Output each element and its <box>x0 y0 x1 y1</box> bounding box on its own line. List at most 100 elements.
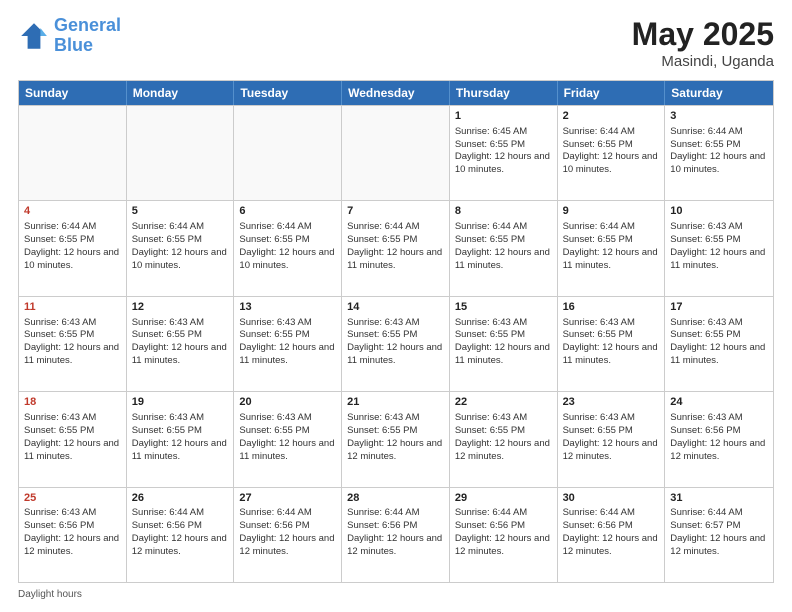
day-number: 7 <box>347 204 444 219</box>
daylight-text: Daylight: 12 hours and 12 minutes. <box>132 533 229 559</box>
sunrise-text: Sunrise: 6:44 AM <box>132 507 229 520</box>
sunrise-text: Sunrise: 6:44 AM <box>563 221 660 234</box>
day-cell-28: 28Sunrise: 6:44 AMSunset: 6:56 PMDayligh… <box>342 488 450 582</box>
day-number: 28 <box>347 491 444 506</box>
logo-text: General Blue <box>54 16 121 56</box>
daylight-text: Daylight: 12 hours and 11 minutes. <box>455 342 552 368</box>
sunrise-text: Sunrise: 6:43 AM <box>670 221 768 234</box>
daylight-text: Daylight: 12 hours and 10 minutes. <box>563 151 660 177</box>
day-cell-24: 24Sunrise: 6:43 AMSunset: 6:56 PMDayligh… <box>665 392 773 486</box>
daylight-text: Daylight: 12 hours and 12 minutes. <box>670 533 768 559</box>
sunrise-text: Sunrise: 6:43 AM <box>347 317 444 330</box>
sunset-text: Sunset: 6:55 PM <box>132 425 229 438</box>
day-cell-12: 12Sunrise: 6:43 AMSunset: 6:55 PMDayligh… <box>127 297 235 391</box>
day-number: 18 <box>24 395 121 410</box>
daylight-text: Daylight: 12 hours and 11 minutes. <box>347 247 444 273</box>
location: Masindi, Uganda <box>632 53 774 70</box>
day-cell-4: 4Sunrise: 6:44 AMSunset: 6:55 PMDaylight… <box>19 201 127 295</box>
sunset-text: Sunset: 6:55 PM <box>455 329 552 342</box>
sunrise-text: Sunrise: 6:43 AM <box>563 317 660 330</box>
day-number: 26 <box>132 491 229 506</box>
day-cell-8: 8Sunrise: 6:44 AMSunset: 6:55 PMDaylight… <box>450 201 558 295</box>
day-number: 1 <box>455 109 552 124</box>
calendar-header: SundayMondayTuesdayWednesdayThursdayFrid… <box>19 81 773 105</box>
day-number: 6 <box>239 204 336 219</box>
title-block: May 2025 Masindi, Uganda <box>632 16 774 70</box>
day-number: 5 <box>132 204 229 219</box>
day-cell-11: 11Sunrise: 6:43 AMSunset: 6:55 PMDayligh… <box>19 297 127 391</box>
sunset-text: Sunset: 6:56 PM <box>24 520 121 533</box>
sunset-text: Sunset: 6:55 PM <box>132 329 229 342</box>
sunrise-text: Sunrise: 6:44 AM <box>239 507 336 520</box>
daylight-text: Daylight: 12 hours and 11 minutes. <box>132 438 229 464</box>
sunrise-text: Sunrise: 6:43 AM <box>24 507 121 520</box>
empty-cell <box>127 106 235 200</box>
footer-note: Daylight hours <box>18 589 774 600</box>
sunrise-text: Sunrise: 6:43 AM <box>24 317 121 330</box>
day-cell-2: 2Sunrise: 6:44 AMSunset: 6:55 PMDaylight… <box>558 106 666 200</box>
sunrise-text: Sunrise: 6:43 AM <box>670 317 768 330</box>
day-number: 15 <box>455 300 552 315</box>
sunset-text: Sunset: 6:55 PM <box>455 425 552 438</box>
day-number: 29 <box>455 491 552 506</box>
sunrise-text: Sunrise: 6:43 AM <box>670 412 768 425</box>
day-cell-18: 18Sunrise: 6:43 AMSunset: 6:55 PMDayligh… <box>19 392 127 486</box>
sunrise-text: Sunrise: 6:44 AM <box>239 221 336 234</box>
calendar: SundayMondayTuesdayWednesdayThursdayFrid… <box>18 80 774 583</box>
day-cell-23: 23Sunrise: 6:43 AMSunset: 6:55 PMDayligh… <box>558 392 666 486</box>
daylight-text: Daylight: 12 hours and 12 minutes. <box>455 533 552 559</box>
day-cell-3: 3Sunrise: 6:44 AMSunset: 6:55 PMDaylight… <box>665 106 773 200</box>
sunset-text: Sunset: 6:56 PM <box>239 520 336 533</box>
daylight-text: Daylight: 12 hours and 10 minutes. <box>239 247 336 273</box>
sunrise-text: Sunrise: 6:43 AM <box>455 317 552 330</box>
day-cell-21: 21Sunrise: 6:43 AMSunset: 6:55 PMDayligh… <box>342 392 450 486</box>
daylight-text: Daylight: 12 hours and 12 minutes. <box>670 438 768 464</box>
sunset-text: Sunset: 6:55 PM <box>455 139 552 152</box>
day-cell-31: 31Sunrise: 6:44 AMSunset: 6:57 PMDayligh… <box>665 488 773 582</box>
day-number: 22 <box>455 395 552 410</box>
week-row-4: 25Sunrise: 6:43 AMSunset: 6:56 PMDayligh… <box>19 487 773 582</box>
sunrise-text: Sunrise: 6:44 AM <box>347 507 444 520</box>
sunrise-text: Sunrise: 6:43 AM <box>563 412 660 425</box>
daylight-text: Daylight: 12 hours and 10 minutes. <box>455 151 552 177</box>
header-day-saturday: Saturday <box>665 81 773 105</box>
sunset-text: Sunset: 6:55 PM <box>347 329 444 342</box>
day-cell-10: 10Sunrise: 6:43 AMSunset: 6:55 PMDayligh… <box>665 201 773 295</box>
sunrise-text: Sunrise: 6:43 AM <box>24 412 121 425</box>
sunset-text: Sunset: 6:57 PM <box>670 520 768 533</box>
sunset-text: Sunset: 6:55 PM <box>670 329 768 342</box>
sunrise-text: Sunrise: 6:44 AM <box>670 507 768 520</box>
empty-cell <box>234 106 342 200</box>
header-day-friday: Friday <box>558 81 666 105</box>
sunset-text: Sunset: 6:56 PM <box>455 520 552 533</box>
logo-line2: Blue <box>54 35 93 55</box>
day-cell-6: 6 Sunrise: 6:44 AMSunset: 6:55 PMDaylight… <box>234 201 342 295</box>
sunrise-text: Sunrise: 6:44 AM <box>455 221 552 234</box>
day-number: 14 <box>347 300 444 315</box>
sunrise-text: Sunrise: 6:43 AM <box>132 412 229 425</box>
daylight-text: Daylight: 12 hours and 10 minutes. <box>24 247 121 273</box>
daylight-text: Daylight: 12 hours and 11 minutes. <box>670 247 768 273</box>
day-cell-15: 15 Sunrise: 6:43 AMSunset: 6:55 PMDayligh… <box>450 297 558 391</box>
day-cell-29: 29Sunrise: 6:44 AMSunset: 6:56 PMDayligh… <box>450 488 558 582</box>
sunset-text: Sunset: 6:55 PM <box>563 425 660 438</box>
day-number: 16 <box>563 300 660 315</box>
sunset-text: Sunset: 6:55 PM <box>347 234 444 247</box>
header-day-thursday: Thursday <box>450 81 558 105</box>
sunset-text: Sunset: 6:55 PM <box>24 234 121 247</box>
sunset-text: Sunset: 6:55 PM <box>239 329 336 342</box>
day-number: 4 <box>24 204 121 219</box>
day-cell-9: 9Sunrise: 6:44 AMSunset: 6:55 PMDaylight… <box>558 201 666 295</box>
sunrise-text: Sunrise: 6:44 AM <box>563 507 660 520</box>
sunrise-text: Sunrise: 6:43 AM <box>455 412 552 425</box>
sunrise-text: Sunrise: 6:45 AM <box>455 126 552 139</box>
day-cell-16: 16Sunrise: 6:43 AMSunset: 6:55 PMDayligh… <box>558 297 666 391</box>
header-day-wednesday: Wednesday <box>342 81 450 105</box>
logo: General Blue <box>18 16 121 56</box>
sunrise-text: Sunrise: 6:44 AM <box>132 221 229 234</box>
day-number: 23 <box>563 395 660 410</box>
day-number: 25 <box>24 491 121 506</box>
day-cell-22: 22Sunrise: 6:43 AMSunset: 6:55 PMDayligh… <box>450 392 558 486</box>
sunset-text: Sunset: 6:55 PM <box>239 234 336 247</box>
day-cell-30: 30Sunrise: 6:44 AMSunset: 6:56 PMDayligh… <box>558 488 666 582</box>
